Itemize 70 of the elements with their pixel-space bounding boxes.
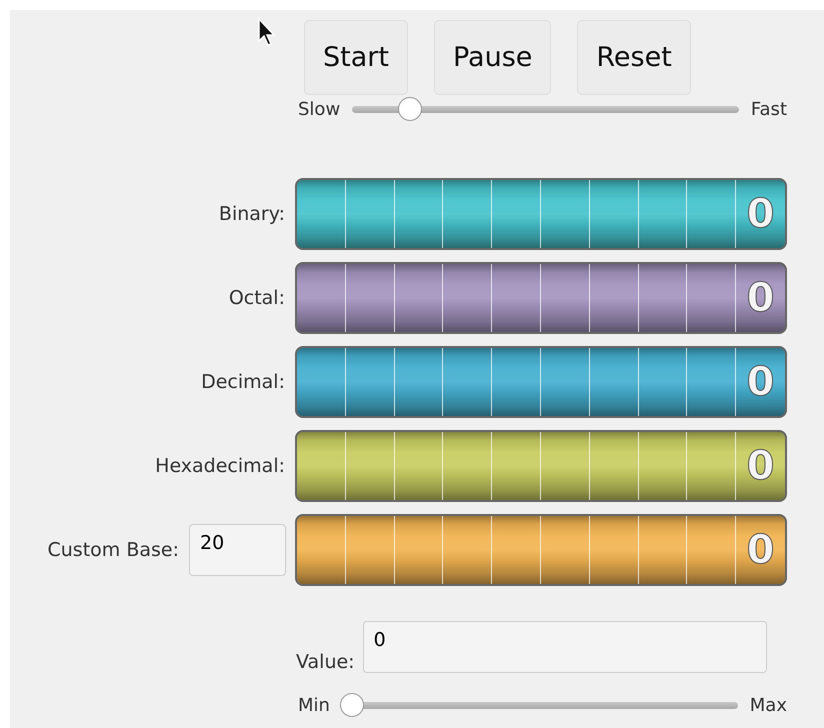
odometer-wheel [492,432,541,500]
slider-thumb[interactable] [340,693,364,717]
odometer-wheel [297,264,346,332]
odometer-wheel [297,348,346,416]
counter-digit: 0 [746,530,774,570]
slider-max-label: Fast [750,98,787,120]
counter-label: Binary: [218,203,285,225]
odometer-wheel [590,180,639,248]
counter-label: Hexadecimal: [155,455,285,477]
slider-thumb[interactable] [398,97,422,121]
slider-min-label: Min [298,694,330,716]
odometer-wheel [590,264,639,332]
counter-label: Octal: [228,287,285,309]
odometer-wheel [443,516,492,584]
counter-digit: 0 [746,194,774,234]
counter-label: Custom Base: [48,539,179,561]
odometer-wheel [540,516,590,584]
odometer-wheel [638,348,688,416]
counter-label: Decimal: [201,371,285,393]
odometer-wheel [590,432,639,500]
odometer-wheel [492,180,541,248]
odometer-wheel [492,516,541,584]
slider-min-label: Slow [298,98,340,120]
odometer-wheel [687,264,736,332]
odometer-wheel [638,180,688,248]
slider-max-label: Max [750,694,787,716]
odometer-wheel [443,264,492,332]
base-input-field[interactable]: 20 [189,524,286,576]
odometer-wheel [297,432,346,500]
control-button[interactable]: Reset [577,20,691,95]
odometer-wheel [346,516,395,584]
odometer-wheel [394,264,444,332]
counter-digit: 0 [746,278,774,318]
odometer-wheel [443,180,492,248]
odometer-wheel [687,516,736,584]
odometer-wheel [687,348,736,416]
value-input-field[interactable]: 0 [362,621,767,673]
odometer-wheel [297,516,346,584]
odometer-wheel [394,516,444,584]
odometer-wheel [394,180,444,248]
odometer-wheel [540,180,590,248]
value-label: Value: [296,651,355,673]
odometer-wheel [346,264,395,332]
counter-digit: 0 [746,446,774,486]
odometer-wheel [346,180,395,248]
odometer-wheel [394,348,444,416]
odometer-wheel [297,180,346,248]
odometer-wheel [492,348,541,416]
odometer-wheel [590,348,639,416]
odometer-wheel [443,432,492,500]
speed-slider[interactable] [350,96,741,122]
odometer-wheel [540,348,590,416]
odometer-wheel [443,348,492,416]
odometer-wheel [540,432,590,500]
odometer-wheel [638,264,688,332]
control-button[interactable]: Pause [434,20,552,95]
odometer-wheel [492,264,541,332]
control-button[interactable]: Start [304,20,408,95]
odometer-wheel [687,180,736,248]
odometer-wheel [638,516,688,584]
odometer-wheel [590,516,639,584]
mouse-pointer-icon [257,16,277,48]
odometer-wheel [394,432,444,500]
counter-digit: 0 [746,362,774,402]
odometer-wheel [346,348,395,416]
odometer-wheel [540,264,590,332]
odometer-wheel [687,432,736,500]
value-slider[interactable] [340,692,740,718]
odometer-wheel [638,432,688,500]
odometer-wheel [346,432,395,500]
